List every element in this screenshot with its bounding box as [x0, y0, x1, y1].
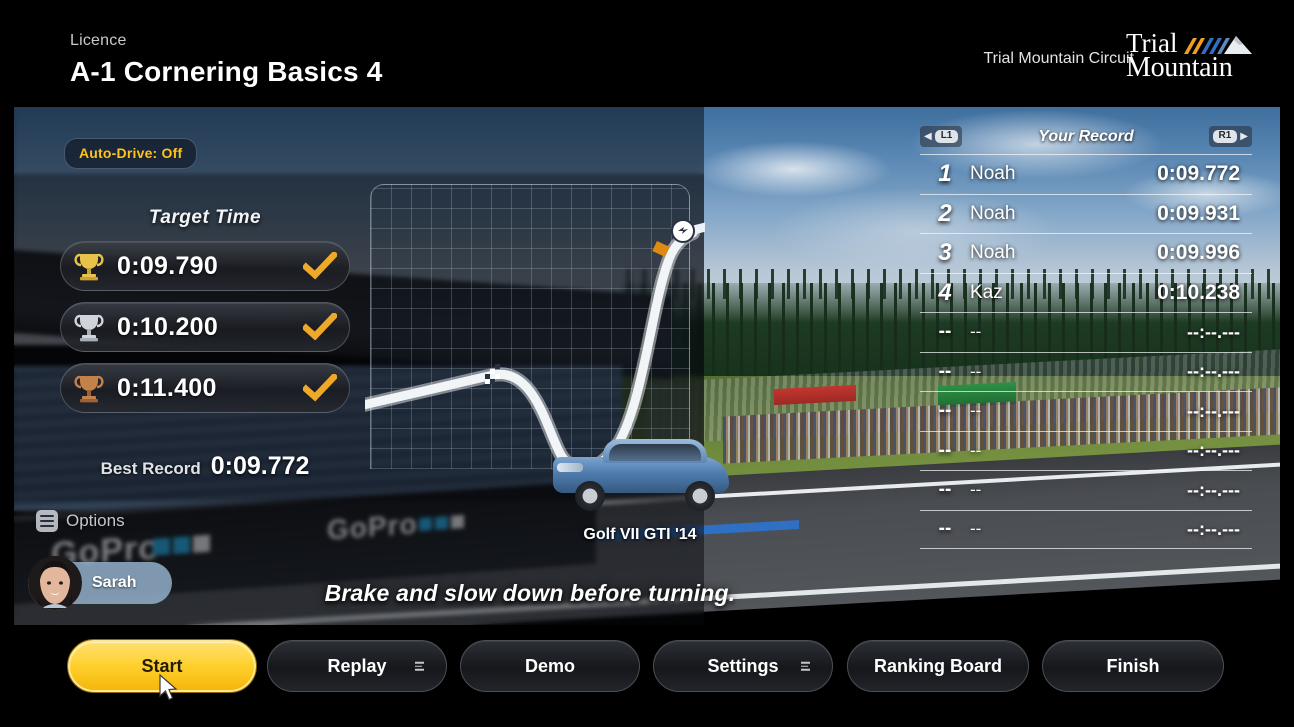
row-rank: -- [938, 400, 952, 422]
track-map-path [365, 219, 705, 476]
your-record-board: ◀ L1 Your Record R1 ▶ 1 Noah 0:09.772 2 … [920, 126, 1252, 562]
mountain-stripes-icon [1184, 36, 1252, 54]
row-time: 0:10.238 [1157, 280, 1240, 304]
target-time-row: 0:10.200 [60, 302, 350, 352]
best-record: Best Record 0:09.772 [60, 452, 350, 481]
replay-options-icon[interactable] [415, 661, 424, 671]
row-name: -- [970, 361, 982, 381]
settings-button-label: Settings [707, 655, 779, 676]
achieved-check-icon [291, 374, 349, 402]
bronze-trophy-icon [61, 371, 117, 405]
trial-mountain-logo: Trial Mountain [1126, 30, 1252, 88]
auto-drive-badge[interactable]: Auto-Drive: Off [64, 138, 198, 169]
car-name-label: Golf VII GTI '14 [583, 526, 697, 543]
settings-options-icon[interactable] [801, 661, 810, 671]
replay-button[interactable]: Replay [267, 640, 447, 692]
row-rank: -- [938, 479, 952, 501]
table-row[interactable]: -- -- --:--.--- [920, 312, 1252, 352]
mouse-cursor [159, 674, 178, 701]
row-rank: 3 [938, 239, 952, 267]
driver-profile[interactable]: Sarah [28, 556, 172, 610]
row-rank: -- [938, 439, 952, 461]
track-map-panel [365, 184, 705, 476]
replay-button-label: Replay [327, 655, 387, 676]
best-record-label: Best Record [100, 459, 201, 478]
list-menu-icon [36, 510, 58, 532]
record-board-title: Your Record [1038, 128, 1134, 145]
table-row[interactable]: -- -- --:--.--- [920, 391, 1252, 431]
row-name: Noah [970, 202, 1016, 224]
target-time-row: 0:11.400 [60, 363, 350, 413]
target-time-value: 0:11.400 [117, 373, 217, 402]
row-time: --:--.--- [1187, 479, 1240, 500]
target-time-value: 0:09.790 [117, 251, 219, 280]
chevron-right-icon: ▶ [1240, 130, 1248, 142]
row-rank: 4 [938, 278, 952, 306]
row-name: -- [970, 401, 982, 421]
options-label: Options [66, 511, 125, 530]
next-page-button[interactable]: R1 ▶ [1208, 126, 1252, 147]
row-time: 0:09.931 [1157, 201, 1240, 225]
row-time: --:--.--- [1187, 440, 1240, 461]
row-time: --:--.--- [1187, 361, 1240, 382]
silver-trophy-icon [61, 310, 117, 344]
avatar [28, 556, 82, 610]
row-time: 0:09.996 [1157, 241, 1240, 265]
page-title: A-1 Cornering Basics 4 [70, 56, 383, 87]
row-name: Kaz [970, 281, 1003, 303]
row-time: --:--.--- [1187, 518, 1240, 539]
row-time: --:--.--- [1187, 400, 1240, 421]
row-rank: -- [938, 321, 952, 343]
gold-trophy-icon [61, 249, 117, 283]
driver-name: Sarah [92, 574, 137, 591]
best-record-value: 0:09.772 [210, 452, 310, 480]
table-row[interactable]: -- -- --:--.--- [920, 470, 1252, 510]
table-row[interactable]: -- -- --:--.--- [920, 509, 1252, 549]
finish-button[interactable]: Finish [1042, 640, 1224, 692]
achieved-check-icon [291, 313, 349, 341]
row-name: -- [970, 440, 982, 460]
ranking-board-button[interactable]: Ranking Board [847, 640, 1029, 692]
circuit-name: Trial Mountain Circuit [983, 50, 1134, 67]
settings-button[interactable]: Settings [653, 640, 833, 692]
row-rank: -- [938, 518, 952, 540]
table-row[interactable]: 3 Noah 0:09.996 [920, 233, 1252, 273]
table-row[interactable]: 4 Kaz 0:10.238 [920, 272, 1252, 313]
row-rank: 1 [938, 160, 952, 188]
ranking-board-button-label: Ranking Board [873, 655, 1002, 676]
instruction-hint: Brake and slow down before turning. [324, 580, 736, 606]
row-time: 0:09.772 [1157, 162, 1240, 186]
r1-key-label: R1 [1212, 130, 1238, 143]
row-rank: -- [938, 360, 952, 382]
row-name: -- [970, 322, 982, 342]
table-row[interactable]: -- -- --:--.--- [920, 430, 1252, 471]
row-time: --:--.--- [1187, 321, 1240, 342]
page-header: Licence A-1 Cornering Basics 4 Trial Mou… [0, 0, 1294, 106]
table-row[interactable]: 2 Noah 0:09.931 [920, 193, 1252, 234]
target-time-title: Target Time [148, 207, 262, 228]
action-button-bar: Start Replay Demo Settings Ranking Board… [0, 640, 1294, 700]
target-time-value: 0:10.200 [117, 312, 219, 341]
table-row[interactable]: -- -- --:--.--- [920, 351, 1252, 392]
row-name: -- [970, 519, 982, 539]
licence-label: Licence [70, 32, 127, 49]
achieved-check-icon [291, 252, 349, 280]
row-rank: 2 [938, 199, 952, 227]
demo-button[interactable]: Demo [460, 640, 640, 692]
car-model [547, 437, 737, 511]
row-name: -- [970, 480, 982, 500]
logo-line-2: Mountain [1126, 52, 1233, 83]
target-time-panel: Target Time 0:09.790 0:10.200 0:11.400 [60, 207, 350, 424]
row-name: Noah [970, 163, 1016, 185]
options-button[interactable]: Options [36, 510, 125, 532]
row-name: Noah [970, 242, 1016, 264]
demo-button-label: Demo [524, 655, 575, 676]
table-row[interactable]: 1 Noah 0:09.772 [920, 154, 1252, 194]
target-time-row: 0:09.790 [60, 241, 350, 291]
finish-button-label: Finish [1106, 655, 1160, 676]
record-board-header: ◀ L1 Your Record R1 ▶ [920, 126, 1252, 154]
